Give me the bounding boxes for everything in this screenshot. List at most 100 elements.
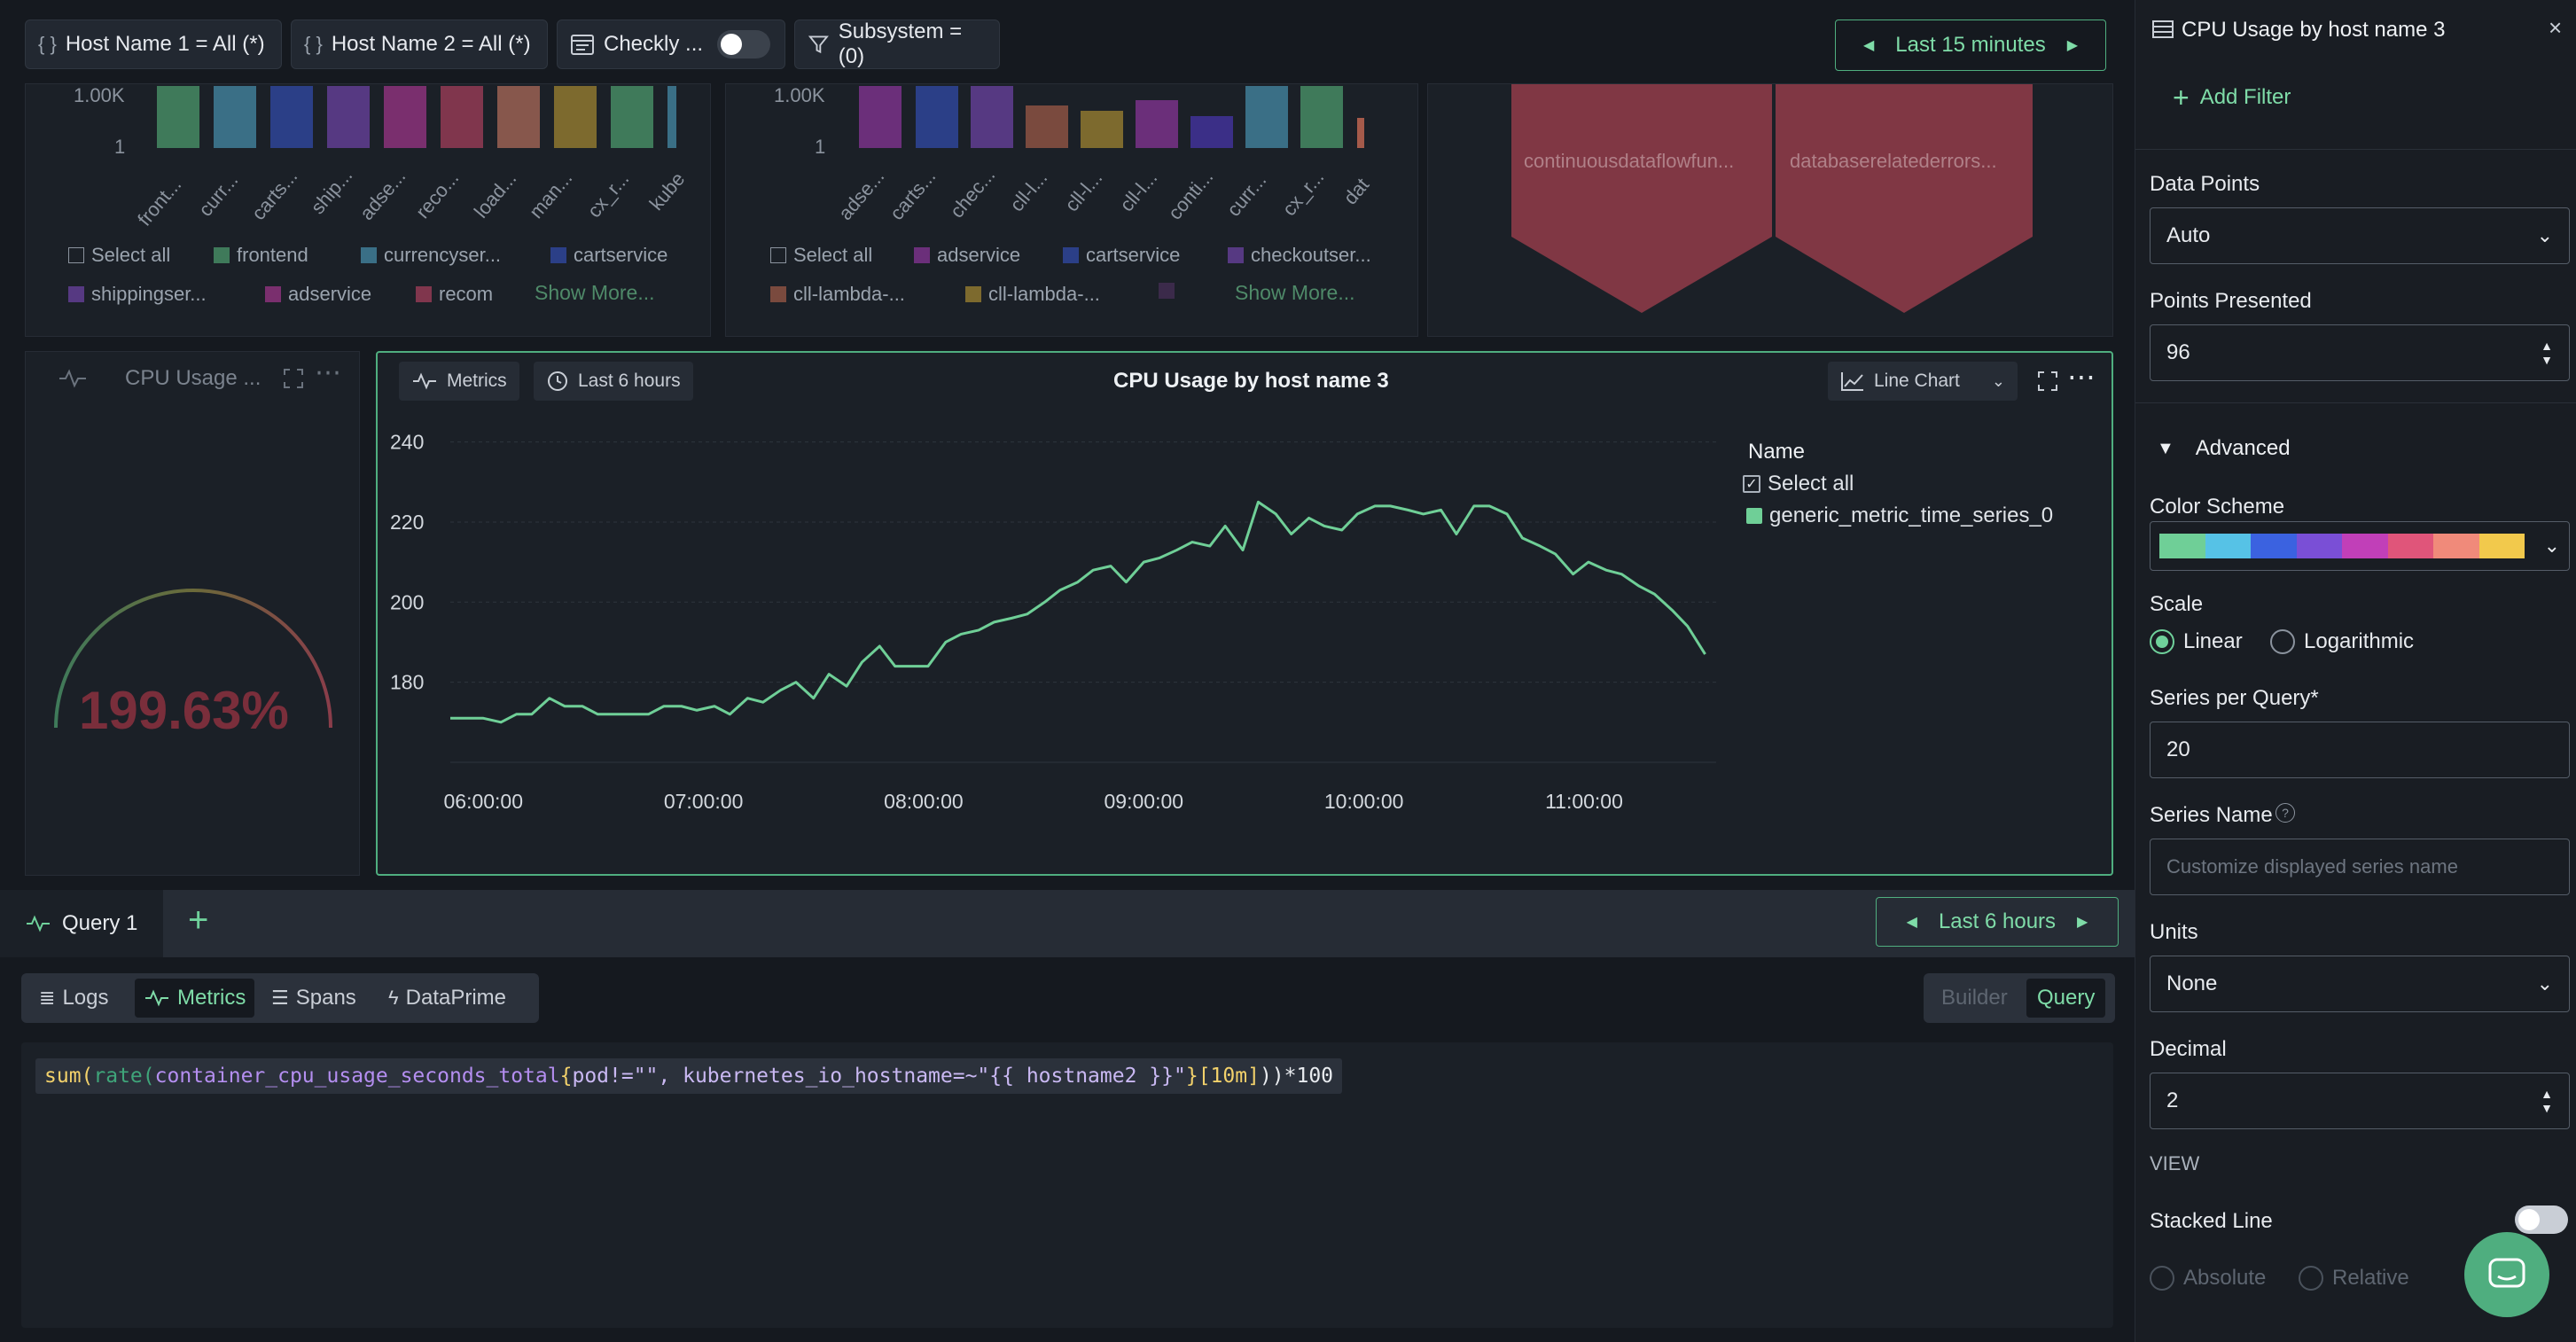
more-icon[interactable]: ⋯ [315,357,341,388]
builder-mode-button[interactable]: Builder [1941,986,2008,1010]
x-label: man... [524,167,577,223]
lightning-icon: ϟ [388,987,399,1009]
chart-type-select[interactable]: Line Chart ⌄ [1828,362,2018,401]
relative-label: Relative [2332,1266,2409,1290]
advanced-label: Advanced [2195,436,2291,460]
palette-swatch [2387,534,2433,558]
clock-icon [548,371,567,391]
query-code-line[interactable]: sum(rate(container_cpu_usage_seconds_tot… [35,1058,1343,1094]
advanced-section-toggle[interactable]: ▼ Advanced [2157,436,2291,461]
absolute-radio[interactable]: Absolute [2150,1266,2266,1291]
x-label: dat [1339,173,1374,209]
radio-unselected-icon[interactable] [2299,1266,2323,1291]
scale-log-radio[interactable]: Logarithmic [2270,629,2414,654]
legend-select-all[interactable]: ✓ Select all [1743,472,1854,496]
radio-unselected-icon[interactable] [2270,629,2295,654]
series-swatch [1746,508,1762,524]
time-range-top[interactable]: ◀ Last 15 minutes ▶ [1835,20,2106,71]
x-label: cx_r... [582,168,634,222]
units-value: None [2166,971,2218,995]
bar [327,86,370,148]
points-presented-stepper[interactable]: 96 ▲ ▼ [2150,324,2570,381]
legend-item[interactable]: frontend [214,244,308,267]
show-more-link[interactable]: Show More... [535,281,655,305]
close-icon[interactable]: × [2549,14,2562,42]
query-tab[interactable]: Query 1 [0,890,163,957]
more-icon[interactable]: ⋯ [2067,360,2096,394]
radio-selected-icon[interactable] [2150,629,2174,654]
filter-host-name-1[interactable]: { } Host Name 1 = All (*) [25,20,282,69]
data-points-select[interactable]: Auto ⌄ [2150,207,2570,264]
legend-label: recom [439,283,494,305]
chat-launcher[interactable] [2464,1232,2549,1317]
filter-subsystem[interactable]: Subsystem = (0) [794,20,1000,69]
stacked-line-toggle[interactable] [2515,1205,2568,1234]
color-scheme-select[interactable]: ⌄ [2150,521,2570,571]
caret-left-icon[interactable]: ◀ [1907,913,1917,931]
line-chart: 240 220 200 180 06:00:00 07:00:00 08:00:00 09:0… [390,431,1716,813]
expand-icon[interactable] [283,368,304,389]
decimal-stepper[interactable]: 2 ▲ ▼ [2150,1073,2570,1129]
series-per-query-input[interactable]: 20 [2150,722,2570,778]
stepper-arrows-icon[interactable]: ▲ ▼ [2541,1087,2553,1115]
show-more-link[interactable]: Show More... [1235,281,1355,305]
units-select[interactable]: None ⌄ [2150,956,2570,1012]
bar-chart-panel-2: 1.00K 1 adse... carts... chec... cll-l..… [725,83,1418,337]
points-presented-value: 96 [2166,340,2190,364]
panel-time-button[interactable]: Last 6 hours [534,362,693,401]
relative-radio[interactable]: Relative [2299,1266,2409,1291]
legend-label: adservice [288,283,372,305]
legend-item[interactable]: cll-lambda-... [770,283,905,306]
y-tick-top: 1.00K [774,84,825,106]
caret-right-icon[interactable]: ▶ [2067,36,2078,54]
funnel-label-2: databaserelatederrors... [1790,150,1997,172]
checkly-toggle[interactable] [717,30,771,59]
query-mode-button[interactable]: Query [2026,979,2106,1018]
y-tick-label: 200 [390,590,424,613]
color-palette [2159,534,2525,558]
caret-left-icon[interactable]: ◀ [1863,36,1874,54]
code-fn-sum: sum( [44,1065,94,1088]
query-time-range[interactable]: ◀ Last 6 hours ▶ [1876,897,2119,947]
time-range-top-label: Last 15 minutes [1895,33,2046,57]
legend-item[interactable]: shippingser... [68,283,207,306]
legend-label: checkoutser... [1251,244,1371,266]
scale-linear-radio[interactable]: Linear [2150,629,2243,654]
metrics-source-button[interactable]: Metrics [399,362,519,401]
legend-item[interactable]: adservice [914,244,1020,267]
caret-right-icon[interactable]: ▶ [2077,913,2088,931]
checkbox-checked-icon[interactable]: ✓ [1743,475,1760,493]
x-label: cll-l... [1060,166,1107,216]
add-query-icon[interactable]: + [188,901,208,940]
legend-series-item[interactable]: generic_metric_time_series_0 [1746,503,2053,528]
legend-item[interactable]: recom [416,283,493,306]
add-filter-button[interactable]: + Add Filter [2173,83,2291,112]
scale-label: Scale [2150,592,2204,616]
tab-metrics[interactable]: Metrics [135,979,255,1018]
tab-logs[interactable]: ≣ Logs [30,979,117,1018]
gauge-title: CPU Usage ... [125,366,262,390]
chevron-down-icon: ⌄ [2543,534,2560,557]
legend-item[interactable]: cartservice [550,244,667,267]
legend-select-all[interactable]: Select all [770,244,872,267]
tab-spans[interactable]: ☰ Spans [262,979,365,1018]
legend-select-all[interactable]: Select all [68,244,170,267]
legend-item[interactable]: checkoutser... [1228,244,1371,267]
legend-item[interactable]: currencyser... [361,244,501,267]
bar [1026,105,1068,148]
legend-item[interactable]: cartservice [1063,244,1180,267]
stepper-arrows-icon[interactable]: ▲ ▼ [2541,339,2553,367]
legend-item[interactable]: adservice [265,283,371,306]
funnel-icon [808,35,829,54]
series-name-input[interactable]: Customize displayed series name [2150,839,2570,895]
bar [916,86,958,148]
legend-item[interactable]: cll-lambda-... [965,283,1100,306]
code-tail: ))*100 [1259,1065,1334,1088]
radio-unselected-icon[interactable] [2150,1266,2174,1291]
help-icon[interactable]: ? [2275,803,2295,823]
bar [611,86,653,148]
tab-dataprime[interactable]: ϟ DataPrime [379,979,515,1018]
filter-host-name-2[interactable]: { } Host Name 2 = All (*) [291,20,548,69]
filter-checkly[interactable]: Checkly ... [557,20,785,69]
expand-icon[interactable] [2037,371,2058,392]
